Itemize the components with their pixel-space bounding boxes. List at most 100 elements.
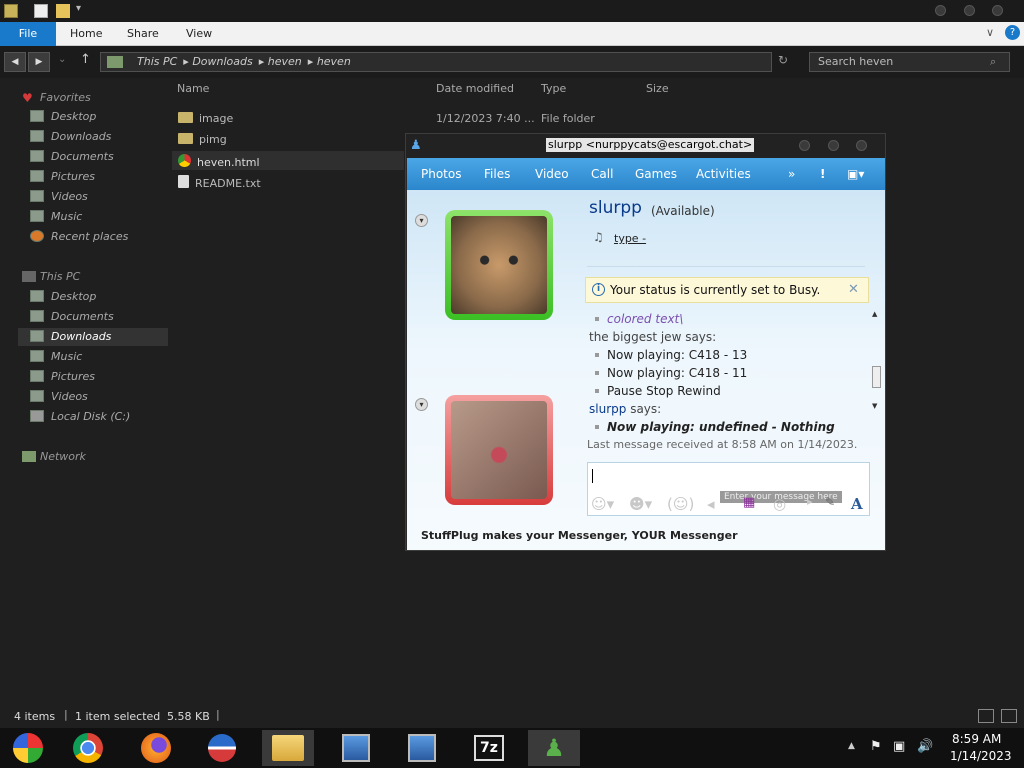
background-icon[interactable]: ▦ [743,495,755,510]
search-icon[interactable]: ⌕ [990,55,996,69]
taskbar-installer-2[interactable] [396,730,448,766]
nudge-icon[interactable]: (☺) [667,495,694,513]
taskbar-messenger[interactable]: ♟ [528,730,580,766]
scrollbar[interactable]: ▲ ▼ [872,310,881,410]
forward-button[interactable]: ▶ [28,52,50,72]
large-icons-view-icon[interactable] [1001,709,1017,723]
file-row[interactable]: README.txt [178,175,261,190]
chevron-down-icon[interactable]: ▾ [76,3,81,14]
show-hidden-icons[interactable]: ▲ [848,741,855,751]
back-button[interactable]: ◀ [4,52,26,72]
sidebar-this-pc[interactable]: This PC [40,270,80,283]
column-size[interactable]: Size [646,82,669,95]
scroll-thumb[interactable] [872,366,881,388]
close-icon[interactable]: ✕ [848,278,859,302]
close-button[interactable] [856,140,867,151]
breadcrumb-downloads[interactable]: Downloads [192,55,252,68]
sidebar-network[interactable]: Network [40,450,86,463]
chevron-down-icon[interactable]: ▾ [415,398,428,411]
breadcrumb-this-pc[interactable]: This PC [137,55,177,68]
refresh-icon[interactable]: ↻ [778,53,788,67]
wink-icon[interactable]: ☻▾ [629,495,652,513]
minimize-button[interactable] [799,140,810,151]
chevron-down-icon[interactable]: ▾ [415,214,428,227]
toolbar-files[interactable]: Files [484,167,510,181]
toolbar-call[interactable]: Call [591,167,613,181]
alert-icon[interactable]: ! [820,167,825,181]
taskbar-chrome[interactable] [62,730,114,766]
flag-icon[interactable]: ⚑ [870,739,882,754]
tab-home[interactable]: Home [70,27,102,40]
sidebar-item-pc-music[interactable]: Music [30,350,82,363]
maximize-button[interactable] [964,5,975,16]
address-bar[interactable]: This PC ▸ Downloads ▸ heven ▸ heven [100,52,772,72]
taskbar-firefox[interactable] [130,730,182,766]
clock-date[interactable]: 1/14/2023 [950,749,1012,763]
details-view-icon[interactable] [978,709,994,723]
close-button[interactable] [992,5,1003,16]
user-avatar[interactable] [445,395,553,505]
taskbar-7zip[interactable]: 7z [463,730,515,766]
sidebar-item-pc-desktop[interactable]: Desktop [30,290,96,303]
taskbar-installer[interactable] [330,730,382,766]
menu-icon[interactable]: ▣▾ [847,167,864,181]
toolbar-activities[interactable]: Activities [696,167,751,181]
file-row[interactable]: heven.html [178,154,260,169]
column-name[interactable]: Name [177,82,209,95]
recent-dropdown-icon[interactable]: ⌄ [58,54,66,65]
chevron-down-icon[interactable]: ∨ [986,26,994,39]
sidebar-item-pc-videos[interactable]: Videos [30,390,88,403]
font-icon[interactable]: A [851,495,863,513]
clock-time[interactable]: 8:59 AM [952,732,1001,746]
toolbar-photos[interactable]: Photos [421,167,461,181]
search-input[interactable]: Search heven [809,52,1010,72]
sidebar-item-recent-places[interactable]: Recent places [30,230,128,243]
handwriting-icon[interactable]: ✎ [825,495,835,509]
sidebar-favorites[interactable]: Favorites [40,91,91,104]
new-folder-icon[interactable] [56,4,70,18]
footer-banner[interactable]: StuffPlug makes your Messenger, YOUR Mes… [421,529,738,542]
sidebar-item-pictures[interactable]: Pictures [30,170,95,183]
sidebar-item-desktop[interactable]: Desktop [30,110,96,123]
breadcrumb-heven[interactable]: heven [268,55,302,68]
tab-view[interactable]: View [186,27,212,40]
start-button[interactable] [2,730,54,766]
sidebar-item-documents[interactable]: Documents [30,150,114,163]
properties-icon[interactable] [34,4,48,18]
more-icon[interactable]: ▸ [807,495,813,508]
tab-share[interactable]: Share [127,27,159,40]
minimize-button[interactable] [935,5,946,16]
more-icon[interactable]: » [788,167,795,181]
volume-icon[interactable]: 🔊 [917,739,933,754]
contact-avatar[interactable] [445,210,553,320]
sidebar-item-pc-downloads[interactable]: Downloads [30,330,111,343]
sidebar-item-downloads[interactable]: Downloads [30,130,111,143]
help-icon[interactable]: ? [1005,25,1020,40]
sidebar-item-music[interactable]: Music [30,210,82,223]
messenger-titlebar[interactable]: ♟ slurpp <nurppycats@escargot.chat> [406,134,885,158]
maximize-button[interactable] [828,140,839,151]
column-date-modified[interactable]: Date modified [436,82,514,95]
voice-clip-icon[interactable]: ◂ [707,495,715,513]
network-icon[interactable]: ▣ [893,739,905,754]
ink-icon[interactable]: ◎ [773,495,786,513]
up-arrow-icon[interactable]: ↑ [80,52,91,67]
file-row[interactable]: pimg [178,133,227,146]
file-row[interactable]: image [178,112,233,125]
sidebar-item-videos[interactable]: Videos [30,190,88,203]
sidebar-item-local-disk[interactable]: Local Disk (C:) [30,410,130,423]
personal-message[interactable]: type - [614,232,646,245]
breadcrumb-heven-sub[interactable]: heven [317,55,351,68]
column-type[interactable]: Type [541,82,566,95]
sidebar-item-pc-pictures[interactable]: Pictures [30,370,95,383]
toolbar-video[interactable]: Video [535,167,569,181]
taskbar-app[interactable] [196,730,248,766]
toolbar-games[interactable]: Games [635,167,677,181]
sidebar-item-pc-documents[interactable]: Documents [30,310,114,323]
smiley-icon[interactable]: ☺▾ [591,495,614,513]
firefox-icon [141,733,171,763]
taskbar-explorer[interactable] [262,730,314,766]
scroll-down-icon[interactable]: ▼ [872,402,877,410]
scroll-up-icon[interactable]: ▲ [872,310,877,318]
tab-file[interactable]: File [0,22,56,46]
